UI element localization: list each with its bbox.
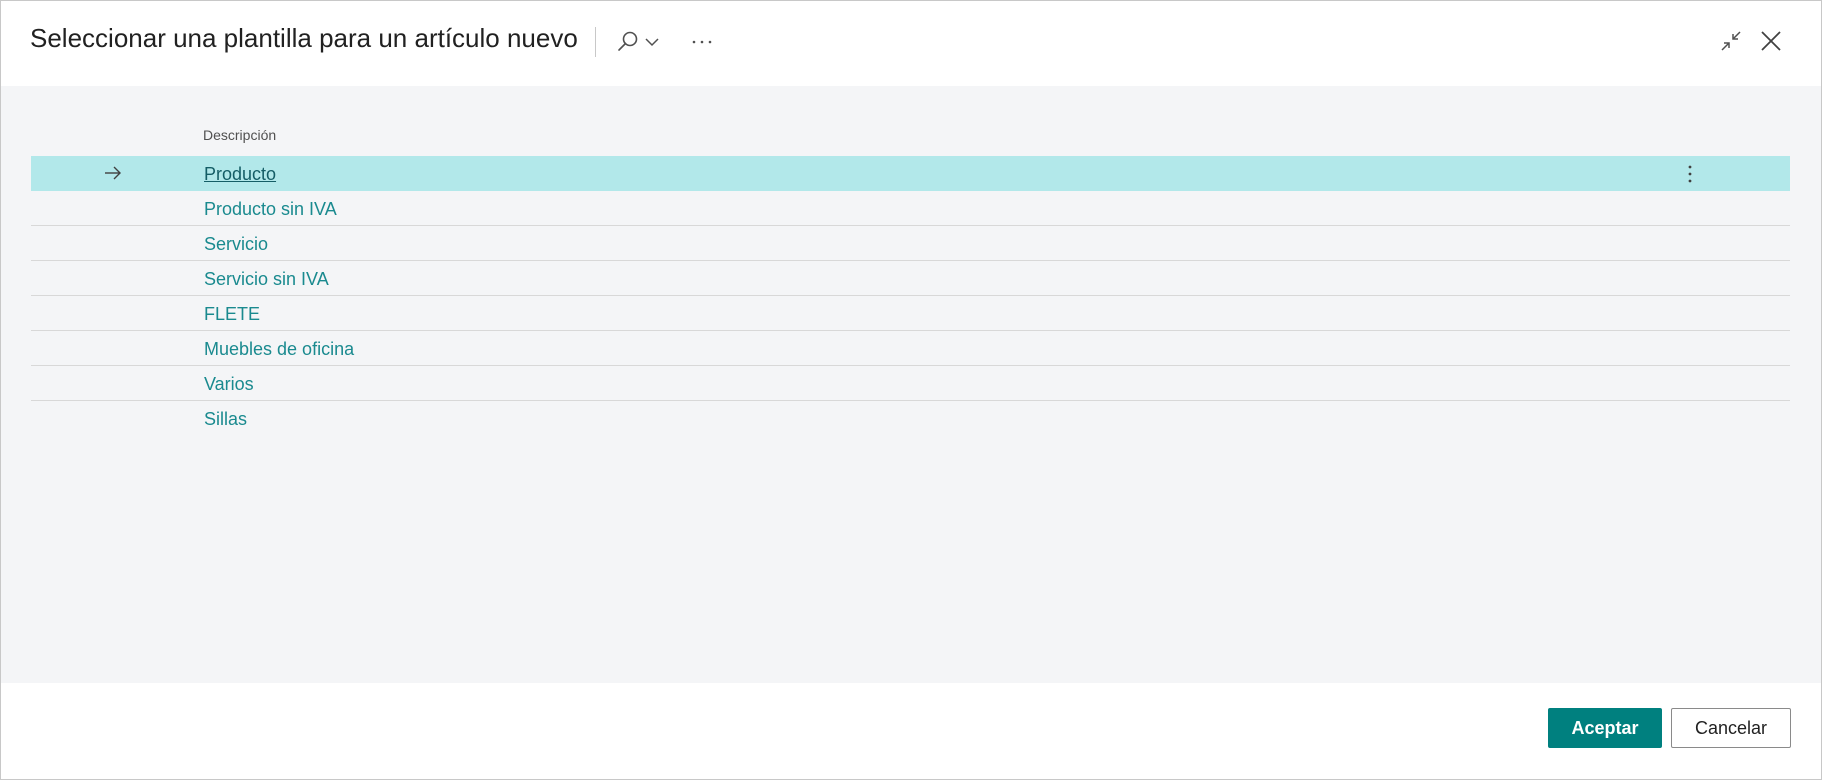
dialog-header: Seleccionar una plantilla para un artícu… <box>1 1 1821 86</box>
row-label[interactable]: Producto sin IVA <box>204 199 337 220</box>
collapse-icon <box>1719 29 1743 53</box>
dialog-footer: Aceptar Cancelar <box>1 683 1821 779</box>
more-options-button[interactable] <box>685 25 719 59</box>
search-button[interactable] <box>611 25 665 59</box>
cancel-button[interactable]: Cancelar <box>1671 708 1791 748</box>
table-row[interactable]: Servicio sin IVA <box>31 261 1790 296</box>
table-row[interactable]: Producto <box>31 156 1790 191</box>
row-label[interactable]: Varios <box>204 374 254 395</box>
row-label[interactable]: FLETE <box>204 304 260 325</box>
header-divider <box>595 27 596 57</box>
row-label[interactable]: Producto <box>204 164 276 185</box>
template-list: Producto Producto sin IVA Servicio Servi… <box>31 156 1790 436</box>
table-row[interactable]: Sillas <box>31 401 1790 436</box>
row-label[interactable]: Muebles de oficina <box>204 339 354 360</box>
table-row[interactable]: Muebles de oficina <box>31 331 1790 366</box>
close-button[interactable] <box>1753 23 1789 59</box>
table-row[interactable]: Varios <box>31 366 1790 401</box>
template-selection-dialog: Seleccionar una plantilla para un artícu… <box>0 0 1822 780</box>
table-row[interactable]: FLETE <box>31 296 1790 331</box>
more-options-icon <box>690 38 714 46</box>
column-header-descripcion[interactable]: Descripción <box>203 127 276 143</box>
ok-button[interactable]: Aceptar <box>1548 708 1662 748</box>
table-row[interactable]: Producto sin IVA <box>31 191 1790 226</box>
template-list-area: Descripción Producto Producto sin IVA Se… <box>1 86 1821 683</box>
row-more-options-icon[interactable] <box>1678 162 1702 186</box>
close-icon <box>1759 29 1783 53</box>
chevron-down-icon <box>644 34 660 50</box>
row-label[interactable]: Servicio <box>204 234 268 255</box>
table-row[interactable]: Servicio <box>31 226 1790 261</box>
row-label[interactable]: Servicio sin IVA <box>204 269 329 290</box>
collapse-button[interactable] <box>1714 23 1748 59</box>
row-label[interactable]: Sillas <box>204 409 247 430</box>
dialog-title: Seleccionar una plantilla para un artícu… <box>30 23 578 53</box>
search-icon <box>616 30 640 54</box>
arrow-right-icon <box>103 163 123 183</box>
